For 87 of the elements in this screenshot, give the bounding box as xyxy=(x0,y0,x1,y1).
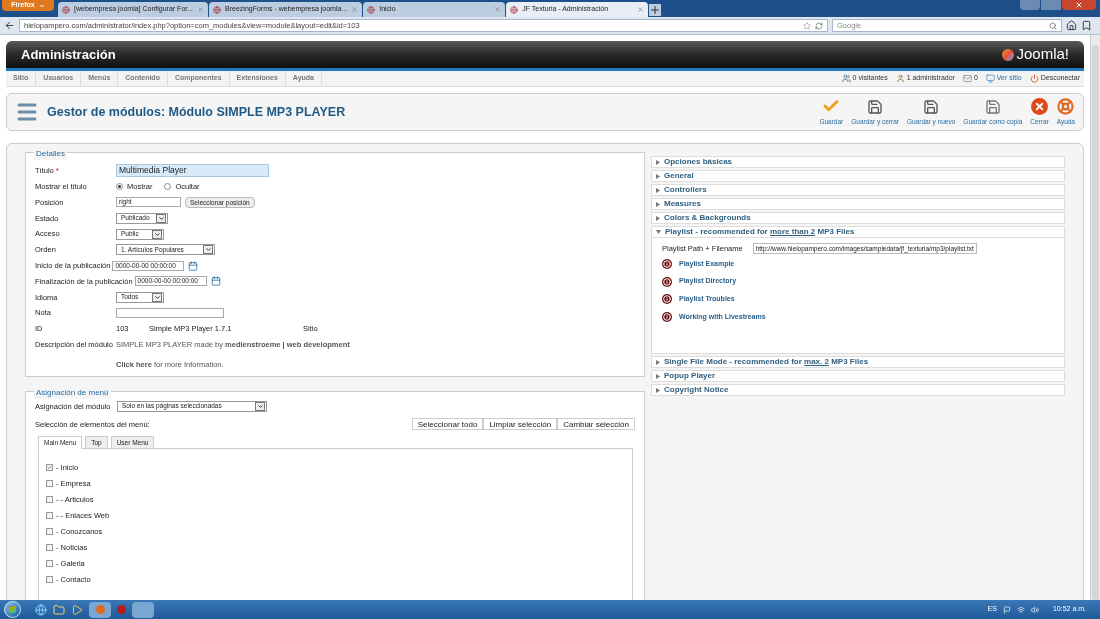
start-button[interactable] xyxy=(4,601,21,618)
volume-icon[interactable] xyxy=(1030,605,1039,614)
close-icon xyxy=(1030,98,1048,116)
bookmark-star-icon[interactable] xyxy=(803,21,811,30)
close-tab-icon[interactable] xyxy=(351,6,359,13)
link[interactable]: more than 2 xyxy=(769,227,816,236)
fieldset-legend: Asignación de menú xyxy=(34,387,111,400)
caret-icon xyxy=(203,245,214,255)
radio-button[interactable] xyxy=(164,183,172,191)
accordion-header[interactable]: Colors & Backgrounds xyxy=(651,212,1065,224)
user-icon xyxy=(895,74,905,83)
caret-right-icon xyxy=(656,201,660,207)
caret-right-icon xyxy=(656,187,660,193)
checkbox[interactable] xyxy=(46,495,53,503)
accordion-header[interactable]: Measures xyxy=(651,198,1065,210)
monitor-icon xyxy=(985,74,995,83)
lifebuoy-icon xyxy=(1057,98,1075,116)
flag-icon[interactable] xyxy=(1002,605,1011,614)
close-tab-icon[interactable] xyxy=(637,6,645,13)
checkbox[interactable] xyxy=(46,479,53,487)
minimize-icon[interactable] xyxy=(1020,0,1040,10)
close-window-icon[interactable] xyxy=(1062,0,1096,10)
info-icon xyxy=(662,311,672,322)
back-icon[interactable] xyxy=(4,20,15,31)
scrollbar[interactable] xyxy=(1090,35,1100,600)
caret-right-icon xyxy=(656,173,660,179)
accordion-header[interactable]: Playlist - recommended for more than 2 MP3 Files xyxy=(651,226,1065,238)
accordion-header[interactable]: Popup Player xyxy=(651,370,1065,382)
caret-right-icon xyxy=(656,359,660,365)
network-app-icon[interactable] xyxy=(132,601,154,618)
caret-right-icon xyxy=(656,159,660,165)
reload-icon[interactable] xyxy=(815,21,823,30)
fieldset-legend: Detalles xyxy=(34,148,67,160)
power-icon xyxy=(1029,74,1039,83)
caret-icon xyxy=(38,2,45,9)
joomla-logo: Joomla! xyxy=(1002,43,1069,66)
checkbox[interactable] xyxy=(46,511,53,519)
info-icon xyxy=(662,276,672,287)
accordion-header[interactable]: General xyxy=(651,170,1065,182)
selection-button[interactable]: Cambiar selección xyxy=(557,418,635,431)
caret-right-icon xyxy=(656,373,660,379)
link[interactable]: max. 2 xyxy=(804,357,829,366)
caret-down-icon xyxy=(656,230,661,234)
caret-icon xyxy=(152,229,162,239)
search-icon[interactable] xyxy=(1049,21,1057,30)
checkbox[interactable] xyxy=(46,575,53,583)
checkbox[interactable] xyxy=(46,543,53,551)
firefox-taskbar-icon[interactable] xyxy=(89,601,111,618)
folder-icon[interactable] xyxy=(53,603,65,616)
new-tab-icon[interactable] xyxy=(649,4,662,16)
caret-icon xyxy=(156,213,167,223)
accordion-header[interactable]: Opciones básicas xyxy=(651,156,1065,168)
bookmarks-icon[interactable] xyxy=(1081,20,1092,31)
calendar-icon[interactable] xyxy=(188,260,199,271)
selection-button[interactable]: Limpiar selección xyxy=(483,418,558,431)
favicon-icon xyxy=(510,5,519,14)
warning-app-icon[interactable] xyxy=(117,605,126,614)
radio-button[interactable] xyxy=(116,183,123,191)
caret-right-icon xyxy=(656,387,660,393)
mail-icon xyxy=(962,74,972,83)
favicon-icon xyxy=(367,5,376,14)
page-title: Gestor de módulos: Módulo SIMPLE MP3 PLAYER xyxy=(47,103,346,121)
note-field[interactable] xyxy=(116,308,224,319)
checkbox[interactable] xyxy=(46,463,53,471)
caret-icon xyxy=(255,401,265,411)
close-tab-icon[interactable] xyxy=(494,6,502,13)
calendar-icon[interactable] xyxy=(210,276,221,287)
favicon-icon xyxy=(62,5,70,14)
media-player-icon[interactable] xyxy=(71,603,83,616)
checkbox[interactable] xyxy=(46,559,53,567)
info-icon xyxy=(662,294,672,305)
header-title: Administración xyxy=(21,45,116,64)
caret-right-icon xyxy=(656,215,660,221)
accordion-header[interactable]: Single File Mode - recommended for max. 2 MP3 Files xyxy=(651,356,1065,368)
accordion-header[interactable]: Controllers xyxy=(651,184,1065,196)
accordion-header[interactable]: Copyright Notice xyxy=(651,384,1065,396)
home-icon[interactable] xyxy=(1066,20,1077,31)
browser-icon[interactable] xyxy=(35,603,47,616)
checkbox[interactable] xyxy=(46,527,53,535)
caret-icon xyxy=(152,292,162,302)
users-icon xyxy=(841,74,851,83)
title-field[interactable]: Multimedia Player xyxy=(116,164,269,178)
info-icon xyxy=(662,258,672,269)
network-icon[interactable] xyxy=(1016,605,1025,614)
selection-button[interactable]: Seleccionar todo xyxy=(411,418,484,431)
favicon-icon xyxy=(213,5,222,14)
close-tab-icon[interactable] xyxy=(197,6,205,13)
